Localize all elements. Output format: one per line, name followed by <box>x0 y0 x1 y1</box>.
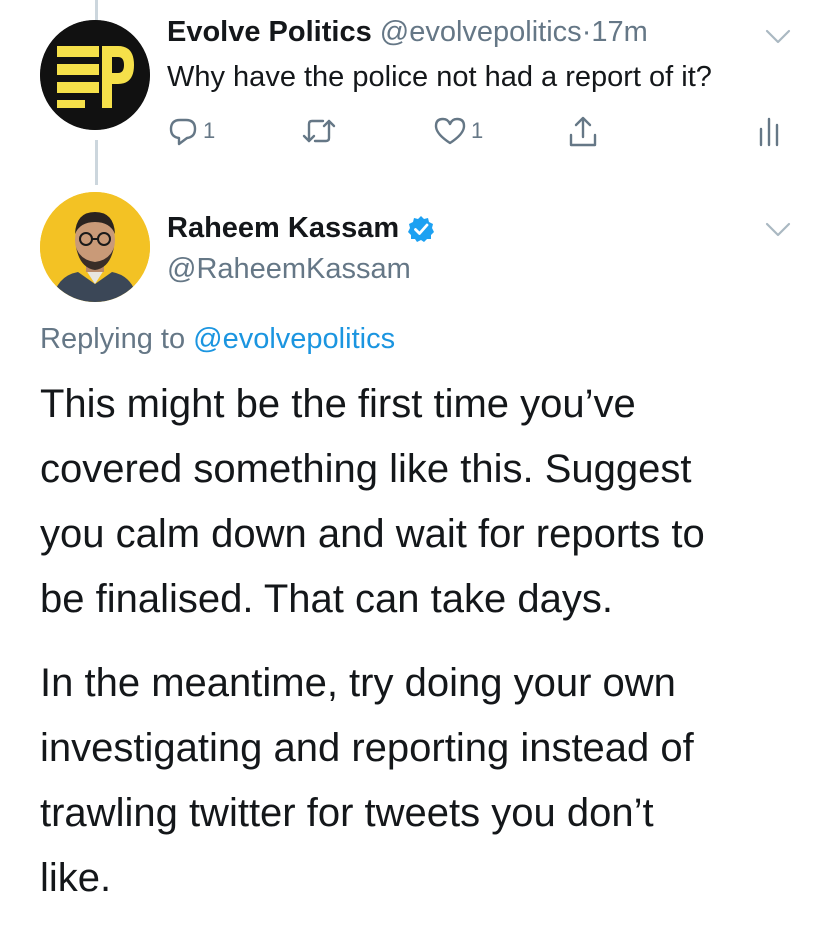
like-button[interactable]: 1 <box>433 115 483 147</box>
chevron-down-icon[interactable] <box>764 221 792 239</box>
replying-to-prefix: Replying to <box>40 323 186 355</box>
share-button[interactable] <box>567 115 599 149</box>
tweet2-text-line: investigating and reporting instead of <box>40 726 694 770</box>
tweet2-text-line: covered something like this. Suggest <box>40 447 692 491</box>
tweet2-author-name[interactable]: Raheem Kassam <box>167 212 399 245</box>
reply-icon <box>169 118 197 146</box>
tweet2-text-line: This might be the first time you’ve <box>40 382 636 426</box>
retweet-button[interactable] <box>301 115 337 147</box>
tweet2-text-line: like. <box>40 856 112 900</box>
profile-photo-icon <box>40 192 150 302</box>
tweet2-text-line: you calm down and wait for reports to <box>40 512 705 556</box>
heart-icon <box>434 117 466 145</box>
tweet1-timestamp[interactable]: 17m <box>591 16 647 48</box>
raheem-kassam-avatar[interactable] <box>40 192 150 302</box>
tweet1-author-name[interactable]: Evolve Politics <box>167 16 372 48</box>
reply-button[interactable]: 1 <box>167 115 215 147</box>
reply-count: 1 <box>203 118 216 143</box>
tweet2-text-line: trawling twitter for tweets you don’t <box>40 791 654 835</box>
thread-connector <box>95 140 98 185</box>
tweet2-paragraph-1: This might be the first time you’ve cove… <box>40 372 800 632</box>
ep-logo-icon <box>40 20 150 130</box>
share-icon <box>569 116 597 147</box>
replying-to-mention-link[interactable]: @evolvepolitics <box>193 323 395 355</box>
tweet2-paragraph-2: In the meantime, try doing your own inve… <box>40 651 800 911</box>
analytics-icon <box>759 117 779 147</box>
tweet2-text-line: In the meantime, try doing your own <box>40 661 676 705</box>
evolve-politics-avatar[interactable] <box>40 20 150 130</box>
tweet1-author-handle[interactable]: @evolvepolitics <box>380 16 582 48</box>
retweet-icon <box>302 119 336 143</box>
chevron-down-icon[interactable] <box>764 28 792 46</box>
replying-to: Replying to @evolvepolitics <box>40 323 395 356</box>
tweet2-author-name-row: Raheem Kassam <box>167 212 435 245</box>
tweet1-separator: · <box>581 16 592 48</box>
tweet1-actions: 1 1 <box>167 115 787 151</box>
tweet2-author-handle[interactable]: @RaheemKassam <box>167 253 411 286</box>
verified-badge-icon <box>408 215 435 242</box>
tweet1-header: Evolve Politics @evolvepolitics·17m <box>167 16 648 49</box>
tweet2-text-line: be finalised. That can take days. <box>40 577 613 621</box>
like-count: 1 <box>471 118 484 143</box>
thread-connector-top <box>95 0 98 20</box>
tweet1-text: Why have the police not had a report of … <box>167 61 712 93</box>
analytics-button[interactable] <box>757 115 781 147</box>
